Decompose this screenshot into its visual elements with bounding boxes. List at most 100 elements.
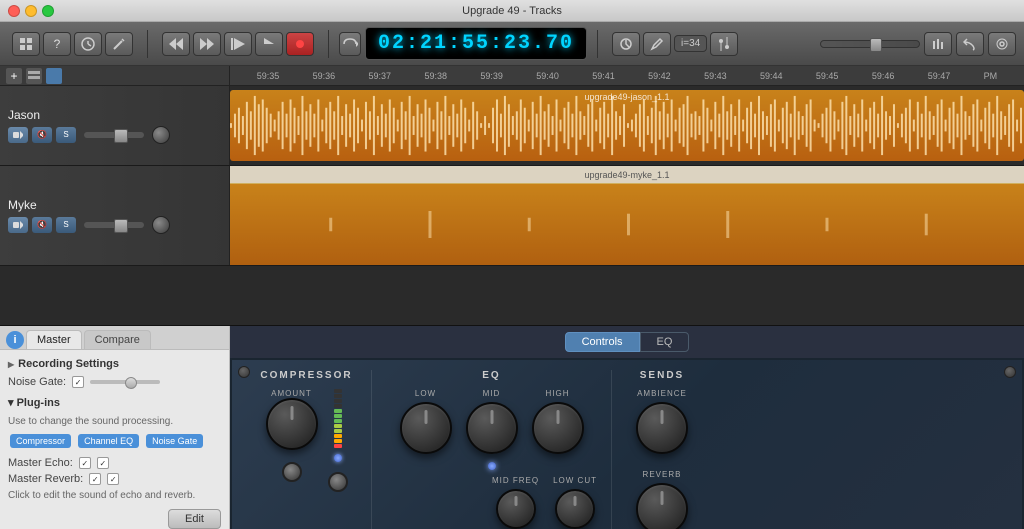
sends-ambience-knob[interactable] [636, 402, 688, 454]
undo-button[interactable] [956, 32, 984, 56]
ruler-mark-7: 59:41 [592, 71, 615, 81]
maximize-button[interactable] [42, 5, 54, 17]
plugin-tab-eq[interactable]: EQ [640, 332, 690, 352]
ruler-mark-4: 59:38 [424, 71, 447, 81]
eq-indicators [382, 458, 601, 470]
ruler-mark-12: 59:46 [872, 71, 895, 81]
toolbar-sep-1 [147, 30, 148, 58]
eq-high-knob[interactable] [532, 402, 584, 454]
timeline-ruler: + 59:35 59:36 59:37 59:38 59:39 59:40 59… [0, 66, 1024, 86]
track-volume-jason[interactable] [152, 126, 170, 144]
ruler-marks: 59:35 59:36 59:37 59:38 59:39 59:40 59:4… [230, 66, 1024, 85]
eq-mid-label: MID [483, 389, 501, 398]
settings-button[interactable] [988, 32, 1016, 56]
smartcontrols-button[interactable] [710, 32, 738, 56]
eq-lowcut-group: LOW CUT [553, 476, 597, 529]
track-fader-myke[interactable] [84, 222, 144, 228]
audio-clip-jason[interactable]: upgrade49-jason_1.1 [230, 90, 1024, 161]
minimize-button[interactable] [25, 5, 37, 17]
toolbar-left-group: ? [8, 32, 137, 56]
master-echo-checkbox2[interactable] [97, 457, 109, 469]
bottom-panel: i Master Compare ▶ Recording Settings No… [0, 326, 1024, 529]
toolbar-btn-grid[interactable] [12, 32, 40, 56]
compressor-jack [282, 462, 302, 482]
ruler-mark-8: 59:42 [648, 71, 671, 81]
tracks-option-btn[interactable] [46, 68, 62, 84]
eq-high-label: HIGH [546, 389, 570, 398]
meter-bar-10 [334, 434, 342, 438]
track-volume-myke[interactable] [152, 216, 170, 234]
tracks-view-toggle[interactable] [26, 68, 42, 84]
eq-mid-knob[interactable] [466, 402, 518, 454]
track-record-myke[interactable] [8, 217, 28, 233]
master-reverb-checkbox[interactable] [89, 473, 101, 485]
track-name-myke: Myke [8, 198, 221, 212]
transport-timecode: 02:21:55:23.70 [365, 27, 587, 60]
ruler-mark-9: 59:43 [704, 71, 727, 81]
ruler-mark-2: 59:36 [313, 71, 336, 81]
sends-reverb-knob[interactable] [636, 483, 688, 529]
triangle-icon: ▶ [8, 360, 14, 369]
toolbar-btn-wand[interactable] [105, 32, 133, 56]
plugin-tag-noise-gate[interactable]: Noise Gate [146, 434, 203, 448]
eq-title: EQ [482, 370, 500, 381]
goto-start-button[interactable] [224, 32, 252, 56]
sync-button[interactable] [612, 32, 640, 56]
add-track-button[interactable]: + [6, 68, 22, 84]
eq-lowcut-knob[interactable] [555, 489, 595, 529]
transport-group [158, 32, 318, 56]
meter-bar-6 [334, 414, 342, 418]
eq-midfreq-knob[interactable] [496, 489, 536, 529]
record-button[interactable] [286, 32, 314, 56]
plugins-section: ▾ Plug-ins Use to change the sound proce… [8, 396, 221, 449]
tab-master[interactable]: Master [26, 330, 82, 349]
noise-gate-checkbox[interactable] [72, 376, 84, 388]
play-button[interactable] [255, 32, 283, 56]
tab-compare[interactable]: Compare [84, 330, 151, 349]
meter-bar-1 [334, 389, 342, 393]
eq-lowcut-label: LOW CUT [553, 476, 597, 485]
plugin-tag-channel-eq[interactable]: Channel EQ [78, 434, 139, 448]
plugin-tab-controls[interactable]: Controls [565, 332, 640, 352]
track-content-myke[interactable]: upgrade49-myke_1.1 [230, 166, 1024, 265]
track-content-jason[interactable]: upgrade49-jason_1.1 [230, 86, 1024, 165]
cycle-button[interactable] [339, 32, 361, 56]
meter-bar-9 [334, 429, 342, 433]
track-solo-myke[interactable]: S [56, 217, 76, 233]
track-solo-jason[interactable]: S [56, 127, 76, 143]
track-record-jason[interactable] [8, 127, 28, 143]
master-echo-checkbox[interactable] [79, 457, 91, 469]
plugin-tag-compressor[interactable]: Compressor [10, 434, 71, 448]
meter-bar-12 [334, 444, 342, 448]
close-button[interactable] [8, 5, 20, 17]
window-buttons[interactable] [8, 5, 54, 17]
master-reverb-checkbox2[interactable] [107, 473, 119, 485]
meter-bar-5 [334, 409, 342, 413]
eq-low-label: LOW [415, 389, 436, 398]
track-fader-jason[interactable] [84, 132, 144, 138]
eq-low-knob[interactable] [400, 402, 452, 454]
panel-tabs: i Master Compare [0, 326, 229, 350]
sends-section: SENDS AMBIENCE REVERB [612, 370, 712, 529]
toolbar-btn-help[interactable]: ? [43, 32, 71, 56]
plugins-header[interactable]: ▾ Plug-ins [8, 396, 221, 409]
noise-gate-slider[interactable] [90, 380, 160, 384]
recording-settings-header[interactable]: ▶ Recording Settings [8, 358, 221, 370]
eq-bottom-knobs: MID FREQ LOW CUT [382, 476, 601, 529]
mixer-button[interactable] [924, 32, 952, 56]
edit-button[interactable] [643, 32, 671, 56]
info-button[interactable]: i [6, 331, 24, 349]
track-mute-jason[interactable]: 🔇 [32, 127, 52, 143]
toolbar-btn-clock[interactable] [74, 32, 102, 56]
compressor-amount-knob[interactable] [266, 398, 318, 450]
fast-forward-button[interactable] [193, 32, 221, 56]
rewind-button[interactable] [162, 32, 190, 56]
eq-midfreq-group: MID FREQ [492, 476, 539, 529]
myke-clip-body[interactable] [230, 184, 1024, 265]
edit-button[interactable]: Edit [168, 509, 221, 529]
noise-gate-row: Noise Gate: [8, 376, 221, 388]
master-echo-label: Master Echo: [8, 457, 73, 469]
ruler-mark-3: 59:37 [369, 71, 392, 81]
track-mute-myke[interactable]: 🔇 [32, 217, 52, 233]
eq-mid-group: MID [466, 389, 518, 454]
